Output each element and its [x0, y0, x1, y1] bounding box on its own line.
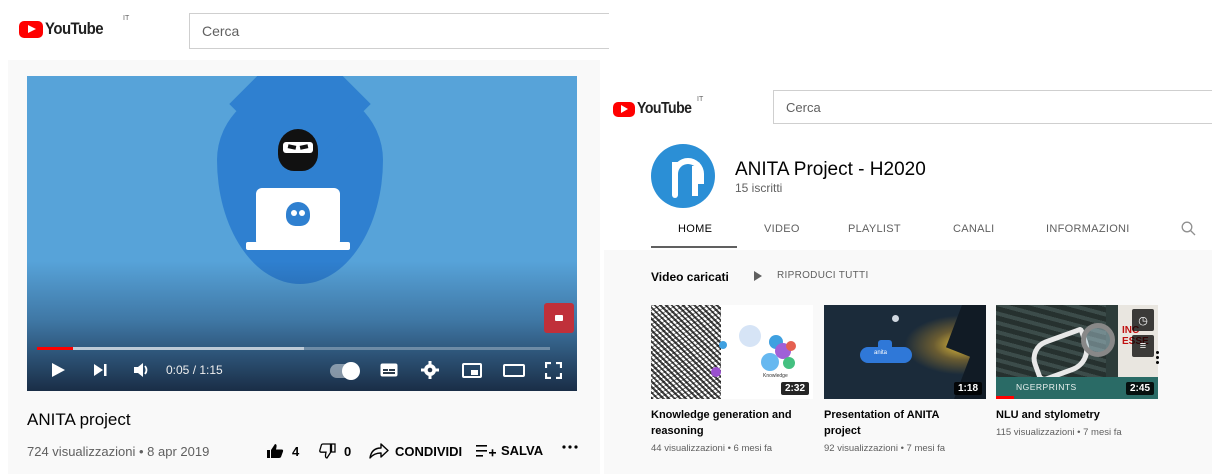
video-duration: 1:18 — [953, 382, 982, 395]
dislike-count: 0 — [344, 443, 352, 459]
video-thumbnail[interactable]: Knowledge 2:32 — [651, 305, 813, 399]
progress-played — [37, 347, 73, 350]
drop-illustration — [217, 84, 383, 284]
thumbs-up-icon — [267, 444, 284, 458]
youtube-logo[interactable]: YouTube IT — [19, 15, 129, 39]
add-to-queue-icon[interactable]: ≡ — [1132, 335, 1154, 357]
channel-avatar[interactable] — [651, 144, 715, 208]
active-tab-indicator — [651, 246, 737, 248]
video-meta: 92 visualizzazioni • 7 mesi fa — [824, 443, 946, 454]
watch-later-icon[interactable]: ◷ — [1132, 309, 1154, 331]
share-arrow-icon — [369, 443, 389, 459]
video-card[interactable]: Knowledge 2:32 Knowledge generation and … — [651, 305, 813, 454]
logo-country-code: IT — [697, 96, 704, 103]
search-icon[interactable] — [1181, 221, 1196, 236]
video-card[interactable]: INC ESSE NGERPRINTS ◷ ≡ 2:45 NLU and sty… — [996, 305, 1158, 438]
miniplayer-icon[interactable] — [462, 363, 482, 378]
more-vertical-icon[interactable] — [1152, 351, 1162, 369]
video-card[interactable]: anita 1:18 Presentation of ANITA project… — [824, 305, 986, 454]
logo-wordmark: YouTube — [637, 100, 692, 117]
logo-country-code: IT — [123, 15, 130, 22]
youtube-play-icon — [613, 101, 635, 117]
volume-icon[interactable] — [133, 362, 151, 378]
search-input[interactable]: Cerca — [773, 90, 1212, 124]
thumbnail-caption: NGERPRINTS — [1016, 382, 1077, 392]
playlist-add-icon — [476, 444, 496, 457]
video-title[interactable]: Presentation of ANITA project — [824, 407, 974, 439]
skull-icon — [286, 202, 310, 226]
youtube-logo[interactable]: YouTube IT — [613, 96, 703, 118]
search-input[interactable]: Cerca — [189, 13, 609, 49]
more-actions-button[interactable] — [562, 444, 578, 450]
play-all-label: RIPRODUCI TUTTI — [777, 270, 869, 281]
video-title: ANITA project — [27, 410, 131, 429]
tab-video[interactable]: VIDEO — [764, 223, 800, 235]
tab-home[interactable]: HOME — [678, 223, 712, 235]
video-title[interactable]: NLU and stylometry — [996, 407, 1146, 423]
video-title[interactable]: Knowledge generation and reasoning — [651, 407, 801, 439]
next-icon[interactable] — [93, 363, 107, 377]
magnifier-icon — [1081, 323, 1115, 357]
video-meta: 44 visualizzazioni • 6 mesi fa — [651, 443, 773, 454]
tab-canali[interactable]: CANALI — [953, 223, 995, 235]
laptop-icon — [246, 188, 350, 250]
video-meta: 115 visualizzazioni • 7 mesi fa — [996, 427, 1122, 438]
subscriber-count: 15 iscritti — [735, 181, 783, 195]
video-thumbnail[interactable]: INC ESSE NGERPRINTS ◷ ≡ 2:45 — [996, 305, 1158, 399]
play-all-icon — [754, 270, 762, 281]
share-label: CONDIVIDI — [395, 443, 463, 459]
video-thumbnail[interactable]: anita 1:18 — [824, 305, 986, 399]
channel-page: YouTube IT Cerca ANITA Project - H2020 1… — [604, 80, 1212, 474]
masthead: YouTube IT Cerca — [0, 0, 609, 60]
subtitles-icon[interactable] — [380, 363, 398, 377]
like-count: 4 — [292, 443, 300, 459]
dislike-button[interactable]: 0 — [319, 443, 351, 459]
autoplay-toggle[interactable] — [330, 362, 360, 380]
play-icon[interactable] — [50, 362, 66, 378]
video-duration: 2:45 — [1125, 382, 1154, 395]
tab-playlist[interactable]: PLAYLIST — [848, 223, 901, 235]
fullscreen-icon[interactable] — [545, 362, 562, 379]
share-button[interactable]: CONDIVIDI — [369, 443, 462, 459]
theater-mode-icon[interactable] — [503, 364, 525, 377]
video-player[interactable] — [27, 76, 577, 391]
channel-content: Video caricati RIPRODUCI TUTTI Knowledge… — [604, 250, 1212, 474]
logo-wordmark: YouTube — [45, 19, 104, 38]
thumbnail-caption: Knowledge — [763, 373, 788, 379]
watched-progress — [996, 396, 1014, 399]
watermark-logo-icon[interactable] — [544, 303, 574, 333]
more-horizontal-icon — [562, 445, 578, 449]
channel-name: ANITA Project - H2020 — [735, 159, 926, 180]
progress-bar[interactable] — [37, 347, 550, 350]
thumbs-down-icon — [319, 443, 336, 459]
channel-tabs: HOME VIDEO PLAYLIST CANALI INFORMAZIONI — [651, 220, 1212, 250]
video-duration: 2:32 — [780, 382, 809, 395]
settings-gear-icon[interactable] — [421, 361, 439, 379]
video-views-date: 724 visualizzazioni • 8 apr 2019 — [27, 444, 210, 459]
play-all-button[interactable]: RIPRODUCI TUTTI — [754, 270, 869, 281]
like-button[interactable]: 4 — [266, 443, 299, 459]
hacker-icon — [278, 129, 318, 171]
shelf-title: Video caricati — [651, 270, 729, 284]
progress-buffered — [37, 347, 304, 350]
save-label: SALVA — [501, 443, 544, 458]
thumbnail-caption: anita — [874, 350, 888, 356]
youtube-play-icon — [19, 20, 43, 38]
tab-informazioni[interactable]: INFORMAZIONI — [1046, 223, 1130, 235]
save-button[interactable]: SALVA — [476, 443, 543, 458]
time-display: 0:05 / 1:15 — [166, 363, 223, 377]
watch-page: YouTube IT Cerca 0:05 / 1:15 ANITA proje… — [0, 0, 609, 474]
